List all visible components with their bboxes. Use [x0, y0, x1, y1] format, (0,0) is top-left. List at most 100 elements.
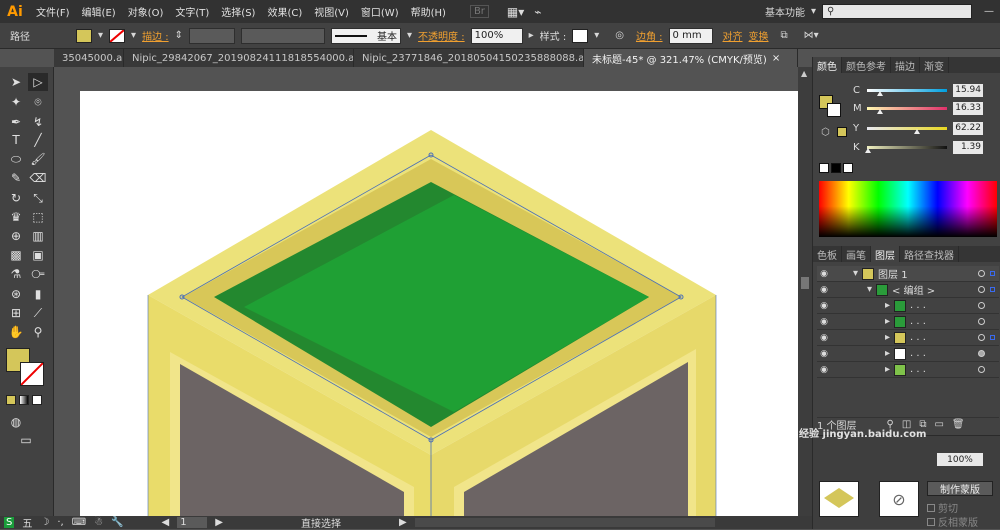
color-spectrum[interactable] [819, 181, 997, 237]
layer-name[interactable]: . . . [910, 316, 926, 327]
black-slider[interactable]: K 1.39 [853, 140, 999, 154]
magenta-value[interactable]: 16.33 [953, 101, 983, 115]
selection-indicator[interactable] [990, 287, 995, 292]
recolor-icon[interactable]: ◎ [615, 30, 624, 41]
horizontal-scrollbar[interactable] [414, 518, 715, 527]
menu-type[interactable]: 文字(T) [169, 4, 215, 19]
delete-layer-icon[interactable]: 🗑 [952, 419, 965, 430]
select-similar-icon[interactable]: ⋈▾ [804, 30, 819, 41]
expand-icon[interactable]: ▸ [885, 348, 890, 359]
menu-select[interactable]: 选择(S) [215, 4, 261, 19]
expand-icon[interactable]: ▾ [867, 284, 872, 295]
layer-name[interactable]: . . . [910, 348, 926, 359]
scale-tool-icon[interactable]: ⤡ [28, 189, 48, 207]
transparency-opacity[interactable]: 100% [937, 453, 983, 466]
page-prev-icon[interactable]: ◀ [162, 517, 170, 528]
panel-stroke-swatch[interactable] [827, 103, 841, 117]
black-track[interactable] [865, 145, 947, 153]
ime-moon-icon[interactable]: ☽ [40, 517, 49, 528]
expand-icon[interactable]: ▸ [885, 300, 890, 311]
panel-color-chip[interactable] [837, 127, 847, 137]
pencil-icon[interactable]: ✎ [6, 169, 26, 187]
bridge-button[interactable]: Br [469, 5, 489, 18]
gradient-tool-icon[interactable]: ▣ [28, 246, 48, 264]
stroke-swatch[interactable] [109, 28, 126, 43]
arrange-docs-icon[interactable]: ▦▾ [507, 5, 524, 19]
cmyk-mode-icon[interactable]: ⬡ [821, 127, 830, 138]
stroke-color-box[interactable] [20, 362, 44, 386]
width-tool-icon[interactable]: ♛ [6, 208, 26, 226]
make-mask-button[interactable]: 制作蒙版 [927, 481, 993, 496]
menu-help[interactable]: 帮助(H) [405, 4, 452, 19]
tab-doc-3[interactable]: Nipic_23771846_20180504150235888088.ai*× [354, 49, 584, 67]
close-icon[interactable]: × [772, 53, 780, 64]
eraser-icon[interactable]: ⌫ [28, 169, 48, 187]
style-swatch[interactable] [572, 28, 589, 43]
selection-tool-icon[interactable]: ➤ [6, 73, 26, 91]
shape-builder-icon[interactable]: ⊕ [6, 227, 26, 245]
target-icon[interactable] [978, 286, 985, 293]
drawing-modes-icon[interactable]: ◍ [6, 413, 26, 431]
eye-icon[interactable]: ◉ [817, 317, 831, 327]
expand-icon[interactable]: ▸ [885, 316, 890, 327]
sublayer-row[interactable]: ◉ ▸ . . . [817, 346, 999, 362]
minimize-icon[interactable]: — [984, 6, 994, 17]
eye-icon[interactable]: ◉ [817, 285, 831, 295]
isometric-box-artwork[interactable] [54, 67, 798, 516]
canvas[interactable] [54, 67, 798, 516]
magenta-track[interactable] [867, 106, 947, 114]
mask-thumb[interactable]: ⊘ [879, 481, 919, 517]
type-tool-icon[interactable]: T [6, 131, 26, 149]
style-chevron-icon[interactable]: ▾ [594, 30, 599, 41]
eye-icon[interactable]: ◉ [817, 349, 831, 359]
tab-brushes[interactable]: 画笔 [842, 246, 871, 262]
lasso-icon[interactable]: ⌾ [28, 93, 48, 111]
eyedropper-icon[interactable]: ⚗ [6, 265, 26, 283]
tab-color-guide[interactable]: 颜色参考 [842, 57, 891, 73]
cyan-track[interactable] [867, 88, 947, 96]
slider-thumb[interactable] [877, 108, 884, 114]
ellipse-tool-icon[interactable]: ⬭ [6, 150, 26, 168]
tab-pathfinder[interactable]: 路径查找器 [900, 246, 959, 262]
cyan-value[interactable]: 15.94 [953, 83, 983, 97]
color-icon[interactable] [6, 395, 16, 405]
expand-icon[interactable]: ▸ [885, 332, 890, 343]
layer-name[interactable]: . . . [910, 364, 926, 375]
menu-object[interactable]: 对象(O) [122, 4, 170, 19]
sublayer-row[interactable]: ◉ ▸ . . . [817, 314, 999, 330]
stroke-link[interactable]: 描边 : [142, 28, 169, 43]
target-icon[interactable] [978, 318, 985, 325]
tab-stroke[interactable]: 描边 [891, 57, 920, 73]
page-next-icon[interactable]: ▶ [215, 517, 223, 528]
line-tool-icon[interactable]: ╱ [28, 131, 48, 149]
target-icon[interactable] [978, 302, 985, 309]
variable-width-dropdown[interactable] [241, 27, 326, 44]
opacity-field[interactable]: 100% [470, 27, 523, 44]
pen-tool-icon[interactable]: ✒ [6, 113, 26, 131]
vertical-scrollbar[interactable]: ▲ [798, 67, 812, 516]
stroke-weight-dropdown[interactable] [189, 27, 236, 44]
isolate-icon[interactable]: ⧉ [781, 30, 788, 41]
brush-dropdown[interactable]: 基本 [331, 27, 402, 44]
direct-selection-tool-icon[interactable]: ▷ [28, 73, 48, 91]
sublayer-row[interactable]: ◉ ▸ . . . [817, 330, 999, 346]
target-icon[interactable] [978, 334, 985, 341]
black-value[interactable]: 1.39 [953, 140, 983, 154]
ime-mode[interactable]: 五 [22, 515, 32, 530]
tab-doc-2[interactable]: Nipic_29842067_20190824111818554000.ai*× [124, 49, 354, 67]
color-mode-buttons[interactable] [6, 395, 42, 405]
layer-name[interactable]: < 编组 > [892, 282, 935, 297]
gpu-icon[interactable]: ⌁ [534, 5, 541, 19]
mesh-tool-icon[interactable]: ▩ [6, 246, 26, 264]
free-transform-icon[interactable]: ⬚ [28, 208, 48, 226]
yellow-track[interactable] [867, 126, 947, 134]
slider-thumb[interactable] [913, 128, 920, 134]
yellow-value[interactable]: 62.22 [953, 121, 983, 135]
menu-view[interactable]: 视图(V) [308, 4, 355, 19]
none-swatch[interactable] [819, 163, 829, 173]
ime-skin-icon[interactable]: ☃ [94, 517, 103, 528]
tab-gradient[interactable]: 渐变 [920, 57, 949, 73]
menu-effect[interactable]: 效果(C) [261, 4, 308, 19]
ime-settings-icon[interactable]: 🔧 [111, 517, 123, 528]
fill-chevron-icon[interactable]: ▾ [98, 30, 103, 41]
